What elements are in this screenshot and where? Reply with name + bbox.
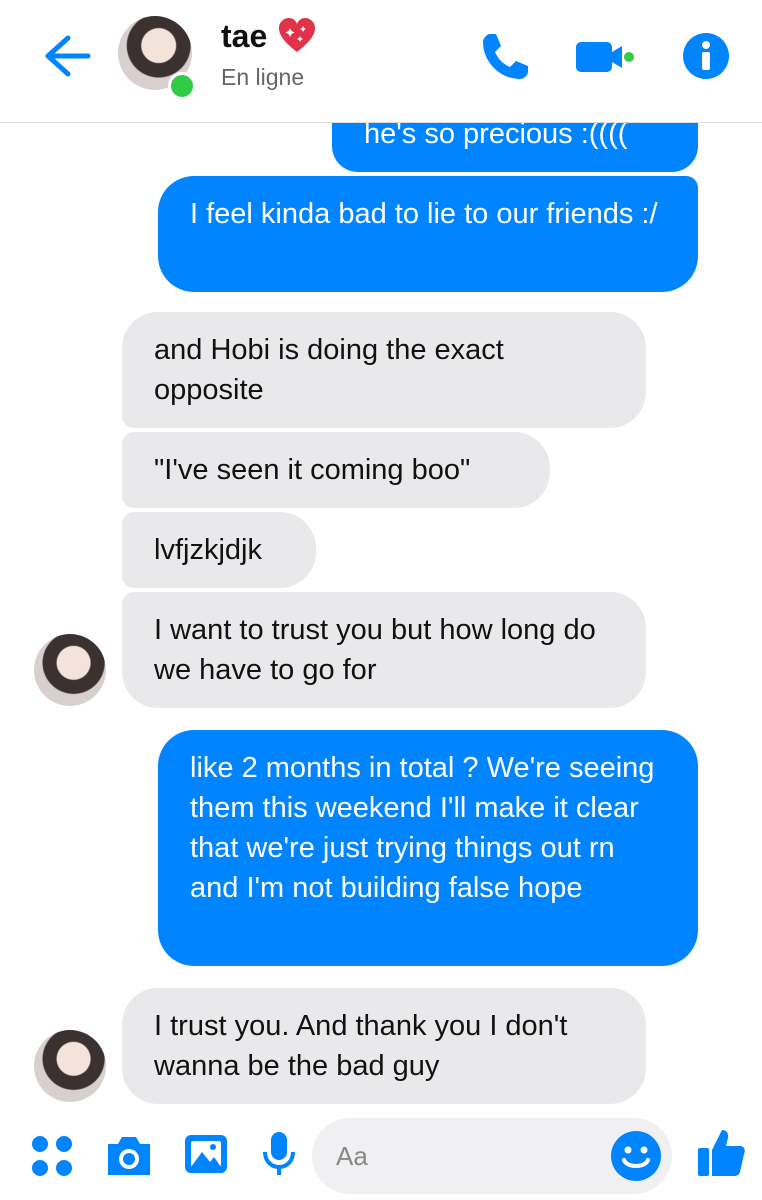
emoji-icon[interactable] [610, 1130, 662, 1182]
phone-icon[interactable] [478, 30, 532, 84]
online-indicator [168, 72, 196, 100]
back-arrow-icon[interactable] [38, 30, 94, 82]
message-bubble-received[interactable]: lvfjzkjdjk [122, 512, 316, 588]
online-status: En ligne [221, 64, 305, 90]
message-bubble-sent[interactable]: like 2 months in total ? We're seeing th… [158, 730, 698, 966]
camera-icon[interactable] [104, 1134, 154, 1178]
menu-dots-icon[interactable] [30, 1134, 74, 1178]
message-bubble-received[interactable]: "I've seen it coming boo" [122, 432, 550, 508]
microphone-icon[interactable] [262, 1130, 296, 1178]
contact-name[interactable]: tae [221, 18, 267, 55]
contact-avatar[interactable] [118, 16, 196, 100]
message-bubble-received[interactable]: I trust you. And thank you I don't wanna… [122, 988, 646, 1104]
sparkling-heart-icon [279, 18, 315, 52]
video-camera-icon[interactable] [574, 36, 636, 78]
info-icon[interactable] [682, 32, 730, 80]
message-bubble-received[interactable]: I want to trust you but how long do we h… [122, 592, 646, 708]
conversation-header: tae En ligne [0, 0, 762, 123]
sender-avatar[interactable] [34, 1030, 106, 1102]
gallery-icon[interactable] [182, 1132, 230, 1176]
thumbs-up-icon[interactable] [696, 1126, 746, 1178]
message-bubble-received[interactable]: and Hobi is doing the exact opposite [122, 312, 646, 428]
message-bubble-sent[interactable]: I feel kinda bad to lie to our friends :… [158, 176, 698, 292]
sender-avatar[interactable] [34, 634, 106, 706]
